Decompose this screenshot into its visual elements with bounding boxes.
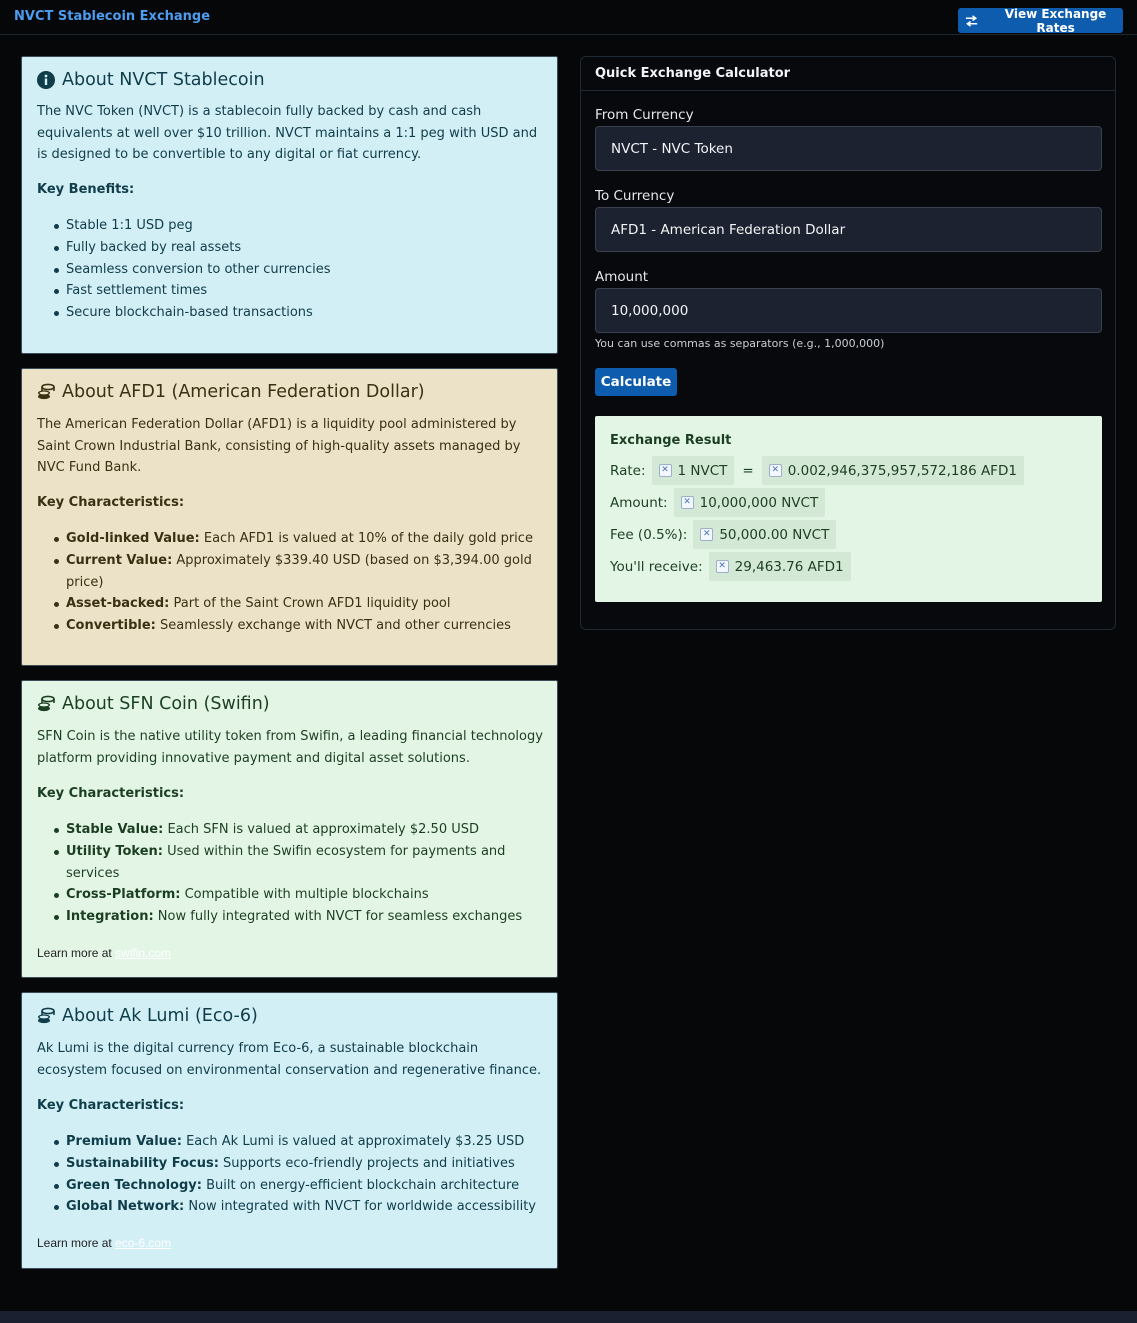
fee-chip: ✕ 50,000.00 NVCT bbox=[693, 520, 837, 549]
exchange-calculator: Quick Exchange Calculator From Currency … bbox=[580, 56, 1116, 630]
list-item: Gold-linked Value: Each AFD1 is valued a… bbox=[54, 528, 551, 550]
ak-lumi-info-card: About Ak Lumi (Eco-6) Ak Lumi is the dig… bbox=[21, 992, 558, 1269]
receive-label: You'll receive: bbox=[610, 558, 703, 575]
rate-from-chip: ✕ 1 NVCT bbox=[651, 456, 735, 485]
amount-label: Amount bbox=[595, 269, 649, 285]
card-title: About NVCT Stablecoin bbox=[37, 70, 265, 90]
fee-row: Fee (0.5%): ✕ 50,000.00 NVCT bbox=[610, 520, 837, 549]
rate-to-chip: ✕ 0.002,946,375,957,572,186 AFD1 bbox=[761, 456, 1024, 485]
rate-label: Rate: bbox=[610, 462, 646, 479]
calculator-header: Quick Exchange Calculator bbox=[581, 57, 1115, 91]
top-bar: NVCT Stablecoin Exchange View Exchange R… bbox=[0, 0, 1137, 35]
card-title-text: About Ak Lumi (Eco-6) bbox=[62, 1006, 258, 1026]
benefits-list: Stable 1:1 USD peg Fully backed by real … bbox=[54, 215, 551, 324]
card-title-text: About SFN Coin (Swifin) bbox=[62, 694, 270, 714]
view-exchange-rates-button[interactable]: View Exchange Rates bbox=[958, 6, 1123, 35]
exchange-result-panel: Exchange Result Rate: ✕ 1 NVCT = ✕ 0.002… bbox=[595, 416, 1102, 602]
equals-sign: = bbox=[742, 462, 754, 479]
app-window: NVCT Stablecoin Exchange View Exchange R… bbox=[0, 0, 1137, 1311]
receive-chip: ✕ 29,463.76 AFD1 bbox=[708, 552, 851, 581]
result-title: Exchange Result bbox=[610, 433, 732, 448]
amount-row: Amount: ✕ 10,000,000 NVCT bbox=[610, 488, 826, 517]
list-item: Stable Value: Each SFN is valued at appr… bbox=[54, 819, 551, 841]
list-item: Premium Value: Each Ak Lumi is valued at… bbox=[54, 1131, 551, 1153]
calculator-title: Quick Exchange Calculator bbox=[595, 66, 791, 81]
amount-chip: ✕ 10,000,000 NVCT bbox=[673, 488, 826, 517]
swifin-link[interactable]: swifin.com bbox=[115, 946, 171, 960]
amount-hint: You can use commas as separators (e.g., … bbox=[595, 337, 885, 350]
characteristics-list: Gold-linked Value: Each AFD1 is valued a… bbox=[54, 528, 551, 637]
view-exchange-rates-label: View Exchange Rates bbox=[1004, 6, 1107, 35]
card-subheading: Key Benefits: bbox=[37, 182, 135, 197]
broken-image-icon: ✕ bbox=[658, 464, 672, 477]
card-title: About SFN Coin (Swifin) bbox=[37, 694, 270, 714]
card-description: Ak Lumi is the digital currency from Eco… bbox=[37, 1041, 542, 1078]
broken-image-icon: ✕ bbox=[715, 560, 729, 573]
rate-row: Rate: ✕ 1 NVCT = ✕ 0.002,946,375,957,572… bbox=[610, 456, 1024, 485]
broken-image-icon: ✕ bbox=[680, 496, 694, 509]
learn-more: Learn more at swifin.com bbox=[37, 946, 172, 960]
broken-image-icon: ✕ bbox=[700, 528, 714, 541]
list-item: Stable 1:1 USD peg bbox=[54, 215, 551, 237]
list-item: Seamless conversion to other currencies bbox=[54, 259, 551, 281]
to-currency-label: To Currency bbox=[595, 188, 675, 204]
card-subheading: Key Characteristics: bbox=[37, 1098, 185, 1113]
list-item: Cross-Platform: Compatible with multiple… bbox=[54, 884, 551, 906]
fee-label: Fee (0.5%): bbox=[610, 526, 688, 543]
coins-icon bbox=[38, 1007, 55, 1024]
card-title: About Ak Lumi (Eco-6) bbox=[37, 1006, 258, 1026]
learn-more: Learn more at eco-6.com bbox=[37, 1236, 172, 1250]
list-item: Utility Token: Used within the Swifin ec… bbox=[54, 841, 551, 885]
eco6-link[interactable]: eco-6.com bbox=[115, 1236, 171, 1250]
card-subheading: Key Characteristics: bbox=[37, 786, 185, 801]
to-currency-select[interactable]: AFD1 - American Federation Dollar bbox=[595, 207, 1102, 252]
receive-row: You'll receive: ✕ 29,463.76 AFD1 bbox=[610, 552, 851, 581]
amount-input[interactable]: 10,000,000 bbox=[595, 288, 1102, 333]
card-subheading: Key Characteristics: bbox=[37, 495, 185, 510]
card-description: The American Federation Dollar (AFD1) is… bbox=[37, 417, 521, 475]
list-item: Fast settlement times bbox=[54, 280, 551, 302]
info-circle-icon bbox=[37, 71, 55, 89]
card-title-text: About NVCT Stablecoin bbox=[62, 70, 265, 90]
list-item: Asset-backed: Part of the Saint Crown AF… bbox=[54, 593, 551, 615]
coins-icon bbox=[38, 695, 55, 712]
list-item: Current Value: Approximately $339.40 USD… bbox=[54, 550, 551, 594]
app-title[interactable]: NVCT Stablecoin Exchange bbox=[14, 9, 210, 24]
amount-result-label: Amount: bbox=[610, 494, 668, 511]
list-item: Fully backed by real assets bbox=[54, 237, 551, 259]
list-item: Secure blockchain-based transactions bbox=[54, 302, 551, 324]
nvct-info-card: About NVCT Stablecoin The NVC Token (NVC… bbox=[21, 56, 558, 354]
card-description: The NVC Token (NVCT) is a stablecoin ful… bbox=[37, 104, 538, 162]
exchange-arrows-icon bbox=[965, 14, 978, 27]
calculate-button[interactable]: Calculate bbox=[595, 368, 677, 396]
from-currency-label: From Currency bbox=[595, 107, 694, 123]
list-item: Green Technology: Built on energy-effici… bbox=[54, 1175, 551, 1197]
list-item: Sustainability Focus: Supports eco-frien… bbox=[54, 1153, 551, 1175]
characteristics-list: Stable Value: Each SFN is valued at appr… bbox=[54, 819, 551, 928]
broken-image-icon: ✕ bbox=[768, 464, 782, 477]
characteristics-list: Premium Value: Each Ak Lumi is valued at… bbox=[54, 1131, 551, 1218]
card-title: About AFD1 (American Federation Dollar) bbox=[37, 382, 425, 402]
card-description: SFN Coin is the native utility token fro… bbox=[37, 729, 543, 766]
list-item: Integration: Now fully integrated with N… bbox=[54, 906, 551, 928]
list-item: Global Network: Now integrated with NVCT… bbox=[54, 1196, 551, 1218]
afd1-info-card: About AFD1 (American Federation Dollar) … bbox=[21, 368, 558, 666]
coins-icon bbox=[38, 383, 55, 400]
card-title-text: About AFD1 (American Federation Dollar) bbox=[62, 382, 425, 402]
list-item: Convertible: Seamlessly exchange with NV… bbox=[54, 615, 551, 637]
sfn-info-card: About SFN Coin (Swifin) SFN Coin is the … bbox=[21, 680, 558, 978]
from-currency-select[interactable]: NVCT - NVC Token bbox=[595, 126, 1102, 171]
